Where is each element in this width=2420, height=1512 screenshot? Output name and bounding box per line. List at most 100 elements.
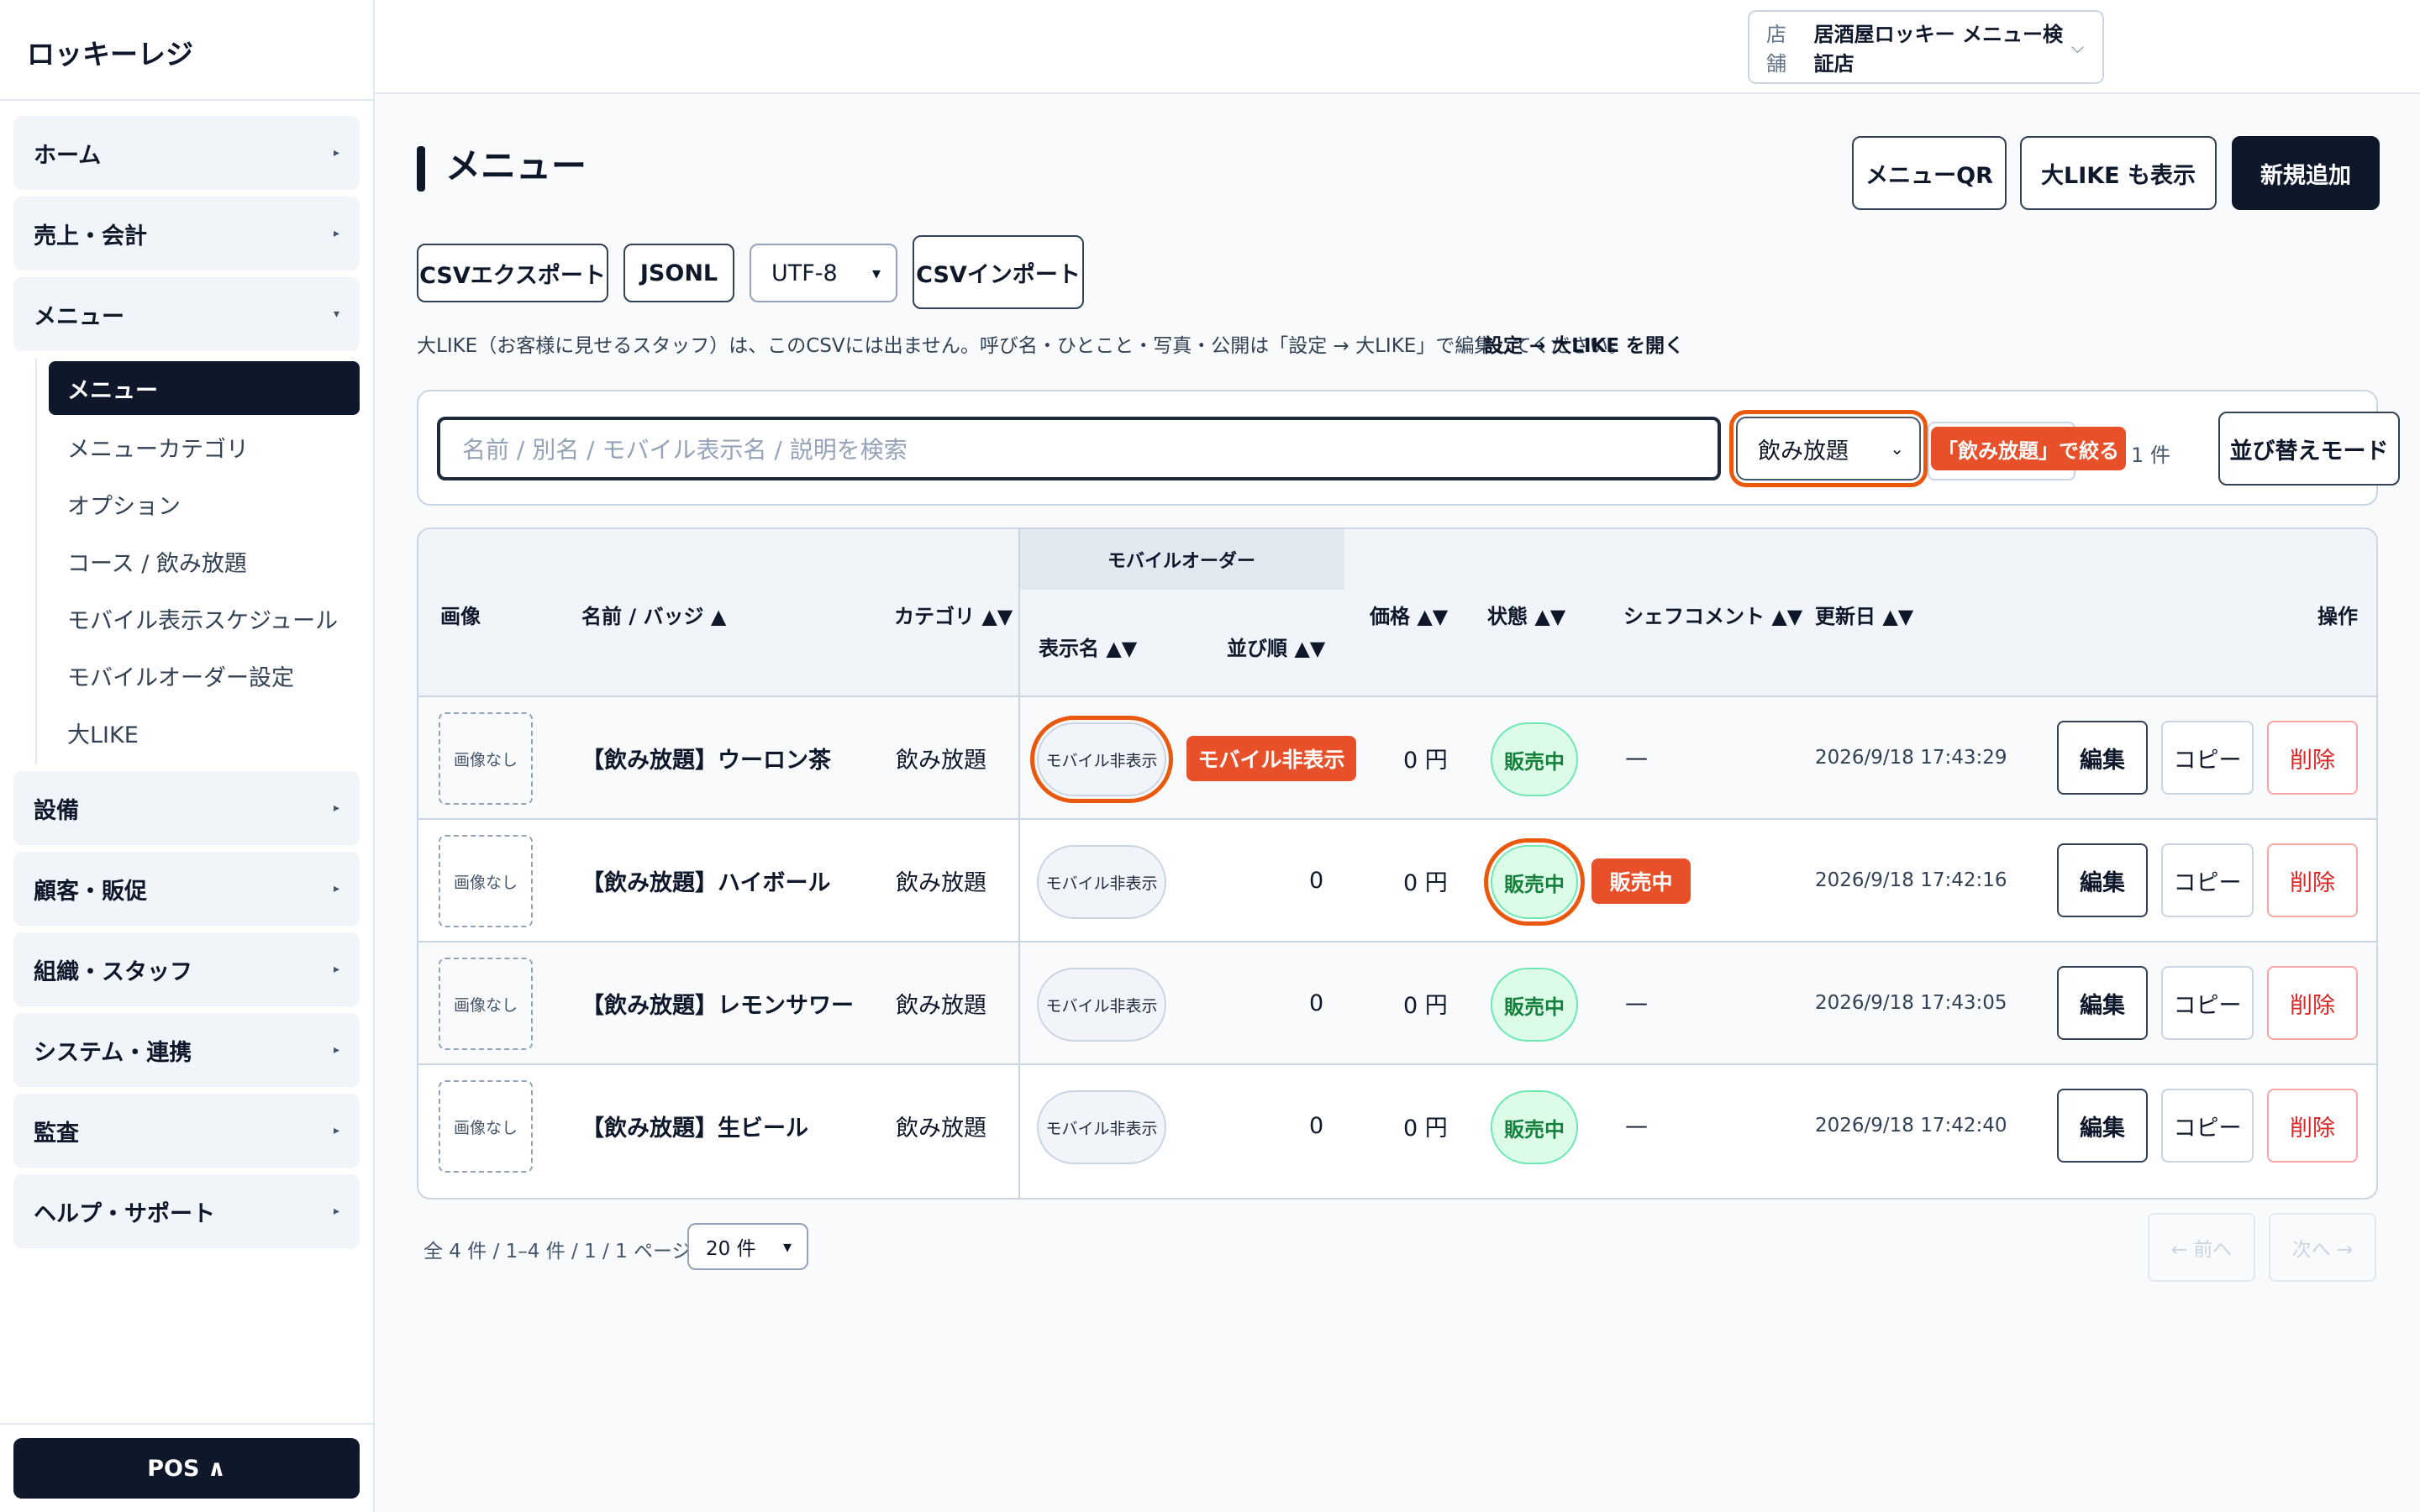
sidebar-subitem-mobile-settings[interactable]: モバイルオーダー設定 bbox=[49, 647, 360, 704]
chevron-down-icon: ▾ bbox=[871, 263, 881, 283]
status-badge[interactable]: 販売中 bbox=[1491, 968, 1578, 1042]
chevron-right-icon: ▸ bbox=[333, 801, 339, 815]
col-category[interactable]: カテゴリ ▲▼ bbox=[894, 600, 1013, 629]
sidebar-item-equipment[interactable]: 設備 ▸ bbox=[13, 771, 360, 845]
category-filter-select[interactable]: 飲み放題 ⌄ bbox=[1729, 410, 1928, 487]
title-accent bbox=[417, 146, 425, 192]
copy-button[interactable]: コピー bbox=[2161, 1089, 2254, 1163]
open-dailike-settings-link[interactable]: 設定 → 大LIKE を開く bbox=[1484, 329, 1684, 358]
per-page-select[interactable]: 20 件 ▾ bbox=[687, 1223, 808, 1270]
item-category: 飲み放題 bbox=[896, 992, 986, 1019]
item-price: 0 円 bbox=[1403, 747, 1448, 774]
status-badge[interactable]: 販売中 bbox=[1484, 838, 1585, 926]
encoding-select[interactable]: UTF-8 ▾ bbox=[750, 244, 897, 302]
sidebar-item-customers[interactable]: 顧客・販促 ▸ bbox=[13, 852, 360, 926]
store-select[interactable]: 店舗 居酒屋ロッキー メニュー検証店 ⌵ bbox=[1748, 10, 2104, 84]
item-price: 0 円 bbox=[1403, 1115, 1448, 1142]
sidebar-item-home[interactable]: ホーム ▸ bbox=[13, 116, 360, 190]
col-status[interactable]: 状態 ▲▼ bbox=[1487, 600, 1565, 629]
chevron-right-icon: ▸ bbox=[333, 1043, 339, 1057]
sidebar-item-system[interactable]: システム・連携 ▸ bbox=[13, 1013, 360, 1087]
pos-button[interactable]: POS ∧ bbox=[13, 1438, 360, 1499]
col-order[interactable]: 並び順 ▲▼ bbox=[1227, 632, 1325, 661]
edit-button[interactable]: 編集 bbox=[2057, 966, 2148, 1040]
csv-export-button[interactable]: CSVエクスポート bbox=[417, 244, 608, 302]
delete-button[interactable]: 削除 bbox=[2267, 843, 2358, 917]
col-chef-comment[interactable]: シェフコメント ▲▼ bbox=[1623, 600, 1802, 629]
copy-button[interactable]: コピー bbox=[2161, 966, 2254, 1040]
copy-button[interactable]: コピー bbox=[2161, 843, 2254, 917]
item-order: 0 bbox=[1309, 867, 1324, 894]
sidebar-item-menu[interactable]: メニュー ▾ bbox=[13, 277, 360, 351]
sidebar-subitem-menu-category[interactable]: メニューカテゴリ bbox=[49, 418, 360, 475]
chevron-right-icon: ▸ bbox=[333, 963, 339, 976]
chevron-down-icon: ⌄ bbox=[1890, 438, 1904, 459]
image-placeholder: 画像なし bbox=[439, 958, 533, 1050]
sidebar-subitem-options[interactable]: オプション bbox=[49, 475, 360, 533]
chevron-down-icon: ▾ bbox=[333, 307, 339, 321]
sidebar-subitem-menu[interactable]: メニュー bbox=[49, 361, 360, 415]
table-row: 画像なし 【飲み放題】ハイボール 飲み放題 モバイル非表示 0 0 円 販売中 … bbox=[418, 820, 2376, 942]
updated-date: 2026/9/18 17:42:16 bbox=[1815, 869, 2007, 891]
copy-button[interactable]: コピー bbox=[2161, 721, 2254, 795]
mobile-visibility-tooltip: モバイル非表示 bbox=[1186, 736, 1356, 781]
col-display-name[interactable]: 表示名 ▲▼ bbox=[1039, 632, 1137, 661]
show-dailike-button[interactable]: 大LIKE も表示 bbox=[2020, 136, 2217, 210]
updated-date: 2026/9/18 17:42:40 bbox=[1815, 1115, 2007, 1137]
sidebar-item-label: メニュー bbox=[34, 303, 124, 330]
delete-button[interactable]: 削除 bbox=[2267, 966, 2358, 1040]
search-input[interactable]: 名前 / 別名 / モバイル表示名 / 説明を検索 bbox=[437, 417, 1721, 480]
status-badge[interactable]: 販売中 bbox=[1491, 1090, 1578, 1164]
jsonl-button[interactable]: JSONL bbox=[623, 244, 734, 302]
edit-button[interactable]: 編集 bbox=[2057, 721, 2148, 795]
edit-button[interactable]: 編集 bbox=[2057, 1089, 2148, 1163]
sidebar-item-sales[interactable]: 売上・会計 ▸ bbox=[13, 197, 360, 270]
mobile-visibility-toggle[interactable]: モバイル非表示 bbox=[1037, 968, 1166, 1042]
filter-tag[interactable]: 「飲み放題」で絞る bbox=[1931, 427, 2126, 470]
prev-page-button[interactable]: ← 前へ bbox=[2148, 1213, 2255, 1282]
sort-mode-button[interactable]: 並び替えモード bbox=[2218, 412, 2400, 486]
main-content: メニュー メニューQR 大LIKE も表示 新規追加 CSVエクスポート JSO… bbox=[375, 94, 2420, 1512]
col-name[interactable]: 名前 / バッジ ▲ bbox=[581, 600, 726, 629]
sidebar-item-label: 売上・会計 bbox=[34, 223, 147, 249]
filter-panel: 名前 / 別名 / モバイル表示名 / 説明を検索 飲み放題 ⌄ 「飲み放題」で… bbox=[417, 390, 2400, 506]
mobile-visibility-toggle[interactable]: モバイル非表示 bbox=[1030, 716, 1173, 803]
mobile-column-divider bbox=[1018, 529, 1020, 1198]
col-image: 画像 bbox=[440, 605, 481, 628]
image-placeholder: 画像なし bbox=[439, 835, 533, 927]
edit-button[interactable]: 編集 bbox=[2057, 843, 2148, 917]
item-category: 飲み放題 bbox=[896, 869, 986, 896]
chevron-right-icon: ▸ bbox=[333, 1124, 339, 1137]
per-page-value: 20 件 bbox=[706, 1238, 756, 1260]
mobile-visibility-toggle[interactable]: モバイル非表示 bbox=[1037, 1090, 1166, 1164]
sidebar: ロッキーレジ ホーム ▸ 売上・会計 ▸ メニュー ▾ メニュー メニューカテゴリ オ… bbox=[0, 0, 375, 1512]
chef-comment: — bbox=[1625, 744, 1648, 771]
menu-qr-button[interactable]: メニューQR bbox=[1852, 136, 2007, 210]
sidebar-item-organization[interactable]: 組織・スタッフ ▸ bbox=[13, 932, 360, 1006]
table-header: モバイルオーダー 画像 名前 / バッジ ▲ カテゴリ ▲▼ 表示名 ▲▼ 並び… bbox=[418, 529, 2376, 697]
delete-button[interactable]: 削除 bbox=[2267, 721, 2358, 795]
sidebar-subitem-mobile-schedule[interactable]: モバイル表示スケジュール bbox=[49, 590, 360, 647]
sidebar-item-label: ヘルプ・サポート bbox=[34, 1200, 215, 1227]
add-new-button[interactable]: 新規追加 bbox=[2232, 136, 2380, 210]
status-badge[interactable]: 販売中 bbox=[1491, 722, 1578, 796]
col-updated[interactable]: 更新日 ▲▼ bbox=[1815, 600, 1913, 629]
sidebar-subitem-dailike[interactable]: 大LIKE bbox=[49, 704, 360, 761]
chevron-right-icon: ▸ bbox=[333, 227, 339, 240]
delete-button[interactable]: 削除 bbox=[2267, 1089, 2358, 1163]
sidebar-item-help[interactable]: ヘルプ・サポート ▸ bbox=[13, 1174, 360, 1248]
sidebar-item-label: システム・連携 bbox=[34, 1039, 192, 1066]
item-order: 0 bbox=[1309, 1112, 1324, 1139]
item-name: 【飲み放題】ハイボール bbox=[581, 869, 831, 896]
sidebar-nav: ホーム ▸ 売上・会計 ▸ メニュー ▾ メニュー メニューカテゴリ オプション コー… bbox=[0, 101, 373, 1248]
mobile-visibility-toggle[interactable]: モバイル非表示 bbox=[1037, 845, 1166, 919]
chef-comment: — bbox=[1625, 1112, 1648, 1139]
col-actions: 操作 bbox=[2317, 605, 2358, 628]
chef-comment: — bbox=[1625, 990, 1648, 1016]
sidebar-subitem-course[interactable]: コース / 飲み放題 bbox=[49, 533, 360, 590]
csv-import-button[interactable]: CSVインポート bbox=[913, 235, 1084, 309]
category-filter-value: 飲み放題 bbox=[1758, 438, 1849, 465]
col-price[interactable]: 価格 ▲▼ bbox=[1370, 600, 1448, 629]
sidebar-item-audit[interactable]: 監査 ▸ bbox=[13, 1094, 360, 1168]
next-page-button[interactable]: 次へ → bbox=[2269, 1213, 2376, 1282]
